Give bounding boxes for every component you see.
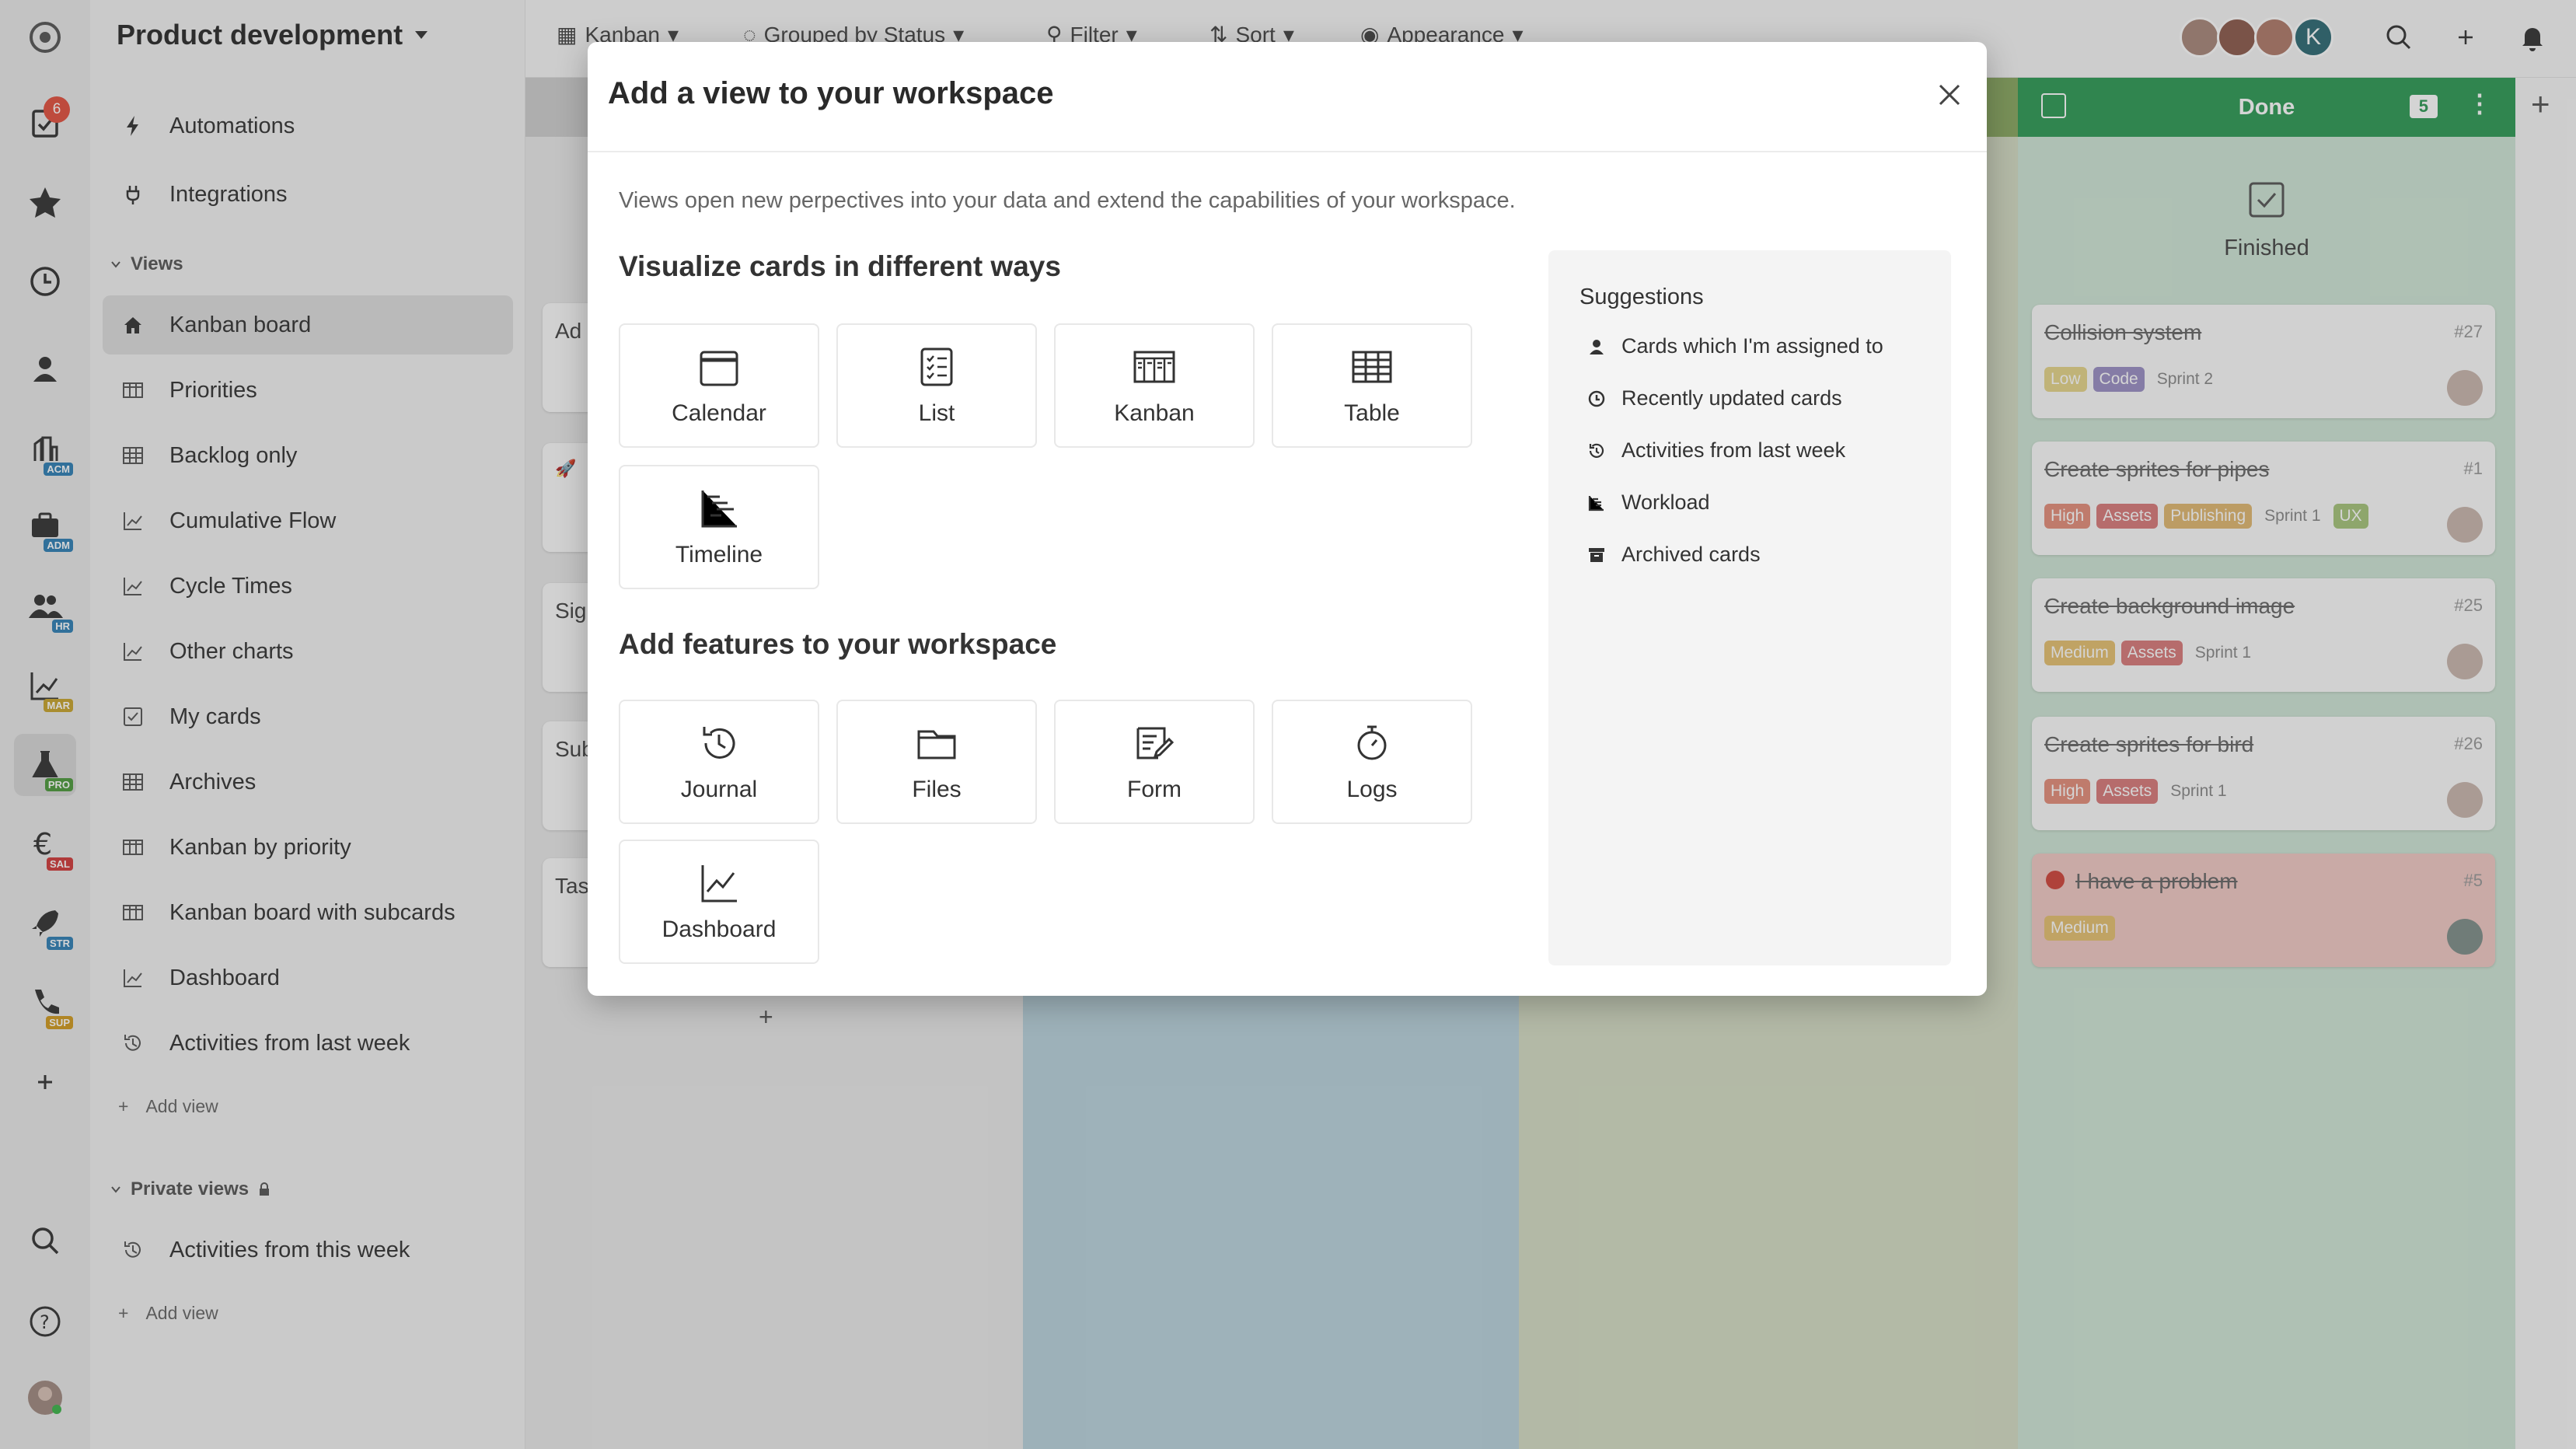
features-heading: Add features to your workspace bbox=[619, 628, 1057, 660]
visualize-heading: Visualize cards in different ways bbox=[619, 250, 1061, 282]
add-view-dialog: Add a view to your workspace Views open … bbox=[588, 42, 1987, 996]
feature-tile-form[interactable]: Form bbox=[1054, 700, 1255, 824]
suggestion-assigned-cards[interactable]: Cards which I'm assigned to bbox=[1587, 334, 1883, 358]
chart-icon bbox=[701, 865, 737, 903]
tile-label: Form bbox=[1127, 777, 1182, 802]
calendar-icon bbox=[700, 351, 738, 386]
view-tile-table[interactable]: Table bbox=[1272, 323, 1472, 448]
suggestion-recently-updated[interactable]: Recently updated cards bbox=[1587, 386, 1842, 410]
stopwatch-icon bbox=[1357, 725, 1387, 760]
folder-icon bbox=[917, 730, 956, 759]
feature-tile-files[interactable]: Files bbox=[836, 700, 1037, 824]
feature-tile-dashboard[interactable]: Dashboard bbox=[619, 840, 819, 964]
suggestion-label: Activities from last week bbox=[1621, 438, 1846, 462]
tile-label: Journal bbox=[680, 777, 758, 802]
dialog-title: Add a view to your workspace bbox=[608, 76, 1054, 110]
table-icon bbox=[1352, 351, 1392, 383]
feature-tile-logs[interactable]: Logs bbox=[1272, 700, 1472, 824]
dialog-divider bbox=[588, 151, 1987, 152]
suggestion-label: Recently updated cards bbox=[1621, 386, 1842, 410]
workload-icon bbox=[1588, 495, 1604, 511]
suggestion-activities-last-week[interactable]: Activities from last week bbox=[1587, 438, 1845, 463]
suggestion-label: Workload bbox=[1621, 491, 1710, 514]
timeline-icon bbox=[701, 491, 737, 528]
history-icon bbox=[1589, 443, 1604, 458]
tile-label: Table bbox=[1344, 400, 1400, 426]
kanban-icon bbox=[1133, 351, 1175, 383]
dialog-description: Views open new perpectives into your dat… bbox=[619, 188, 1516, 213]
tile-label: List bbox=[918, 400, 955, 426]
close-icon[interactable] bbox=[1931, 76, 1968, 113]
view-tile-kanban[interactable]: Kanban bbox=[1054, 323, 1255, 448]
feature-tile-journal[interactable]: Journal bbox=[619, 700, 819, 824]
tile-label: Timeline bbox=[675, 542, 763, 567]
view-tile-calendar[interactable]: Calendar bbox=[619, 323, 819, 448]
suggestion-workload[interactable]: Workload bbox=[1587, 491, 1710, 515]
tile-label: Calendar bbox=[672, 400, 766, 426]
view-tile-timeline[interactable]: Timeline bbox=[619, 465, 819, 589]
suggestion-archived-cards[interactable]: Archived cards bbox=[1587, 543, 1761, 567]
tile-label: Files bbox=[912, 777, 962, 802]
suggestions-panel: Suggestions Cards which I'm assigned to … bbox=[1548, 250, 1951, 965]
suggestion-label: Cards which I'm assigned to bbox=[1621, 334, 1883, 358]
archive-icon bbox=[1589, 547, 1604, 562]
suggestions-title: Suggestions bbox=[1579, 285, 1704, 309]
suggestion-label: Archived cards bbox=[1621, 543, 1761, 566]
tile-label: Kanban bbox=[1114, 400, 1195, 426]
clock-icon bbox=[1588, 390, 1605, 407]
tile-label: Dashboard bbox=[661, 917, 777, 942]
list-icon bbox=[920, 347, 953, 386]
person-icon bbox=[1590, 339, 1604, 354]
view-tile-list[interactable]: List bbox=[836, 323, 1037, 448]
tile-label: Logs bbox=[1346, 777, 1398, 802]
history-icon bbox=[703, 727, 735, 759]
form-icon bbox=[1136, 727, 1175, 759]
